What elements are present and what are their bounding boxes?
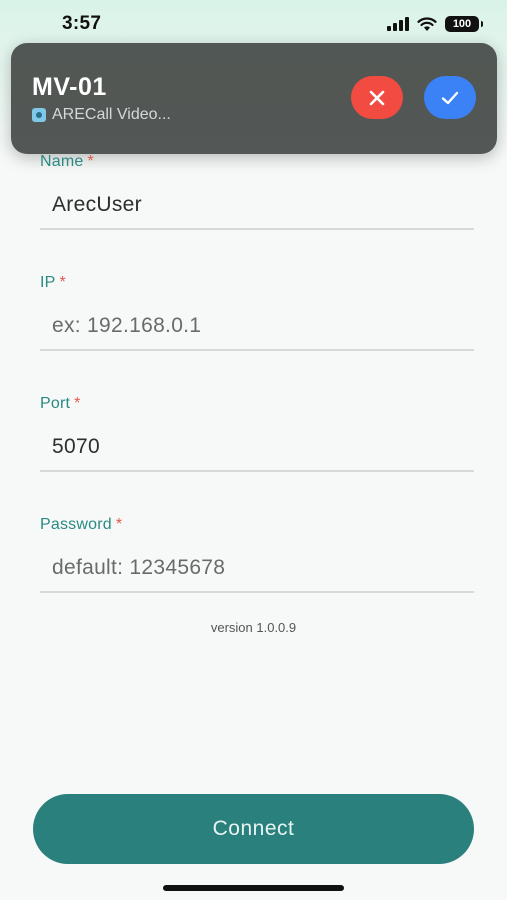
name-field: Name * ArecUser [40, 150, 474, 271]
status-icons: 100 [387, 16, 483, 32]
status-time: 3:57 [62, 13, 102, 34]
ip-input[interactable]: ex: 192.168.0.1 [52, 314, 201, 338]
port-label: Port * [40, 395, 81, 412]
ip-label: IP * [40, 274, 66, 291]
incoming-call-banner[interactable]: MV-01 ARECall Video... [11, 43, 497, 154]
cellular-signal-icon [387, 17, 409, 31]
status-bar: 3:57 100 [0, 0, 507, 48]
port-underline [40, 470, 474, 472]
password-label: Password * [40, 516, 123, 533]
home-indicator[interactable] [163, 885, 344, 891]
password-field: Password * default: 12345678 [40, 513, 474, 634]
checkmark-icon [441, 91, 459, 104]
password-input[interactable]: default: 12345678 [52, 556, 225, 580]
caller-subtitle: ARECall Video... [32, 106, 171, 124]
port-field: Port * 5070 [40, 392, 474, 513]
connect-button[interactable]: Connect [33, 794, 474, 864]
decline-call-button[interactable] [351, 76, 403, 119]
connect-button-label: Connect [212, 817, 295, 840]
connection-form: Name * ArecUser IP * ex: 192.168.0.1 Port *… [40, 150, 474, 634]
ip-field: IP * ex: 192.168.0.1 [40, 271, 474, 392]
arecall-app-icon [32, 108, 46, 122]
name-label: Name * [40, 153, 94, 170]
close-icon [369, 90, 385, 105]
port-input[interactable]: 5070 [52, 435, 100, 459]
caller-app-name: ARECall Video... [52, 106, 171, 123]
name-input[interactable]: ArecUser [52, 193, 142, 217]
version-text: version 1.0.0.9 [210, 620, 297, 635]
accept-call-button[interactable] [424, 76, 476, 119]
wifi-icon [417, 16, 437, 31]
caller-name: MV-01 [32, 73, 107, 101]
name-underline [40, 228, 474, 230]
battery-level: 100 [452, 18, 472, 30]
battery-icon: 100 [445, 16, 483, 32]
password-underline [40, 591, 474, 593]
ip-underline [40, 349, 474, 351]
